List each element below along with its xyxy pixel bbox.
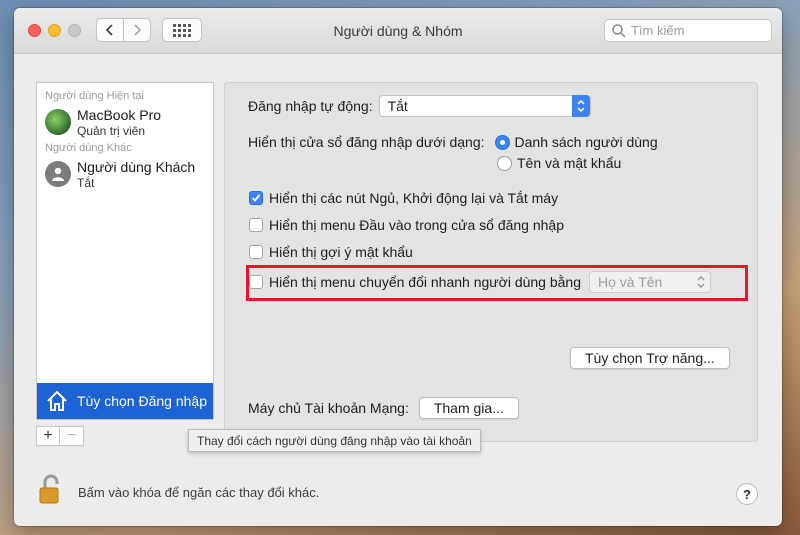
- checkbox: [249, 218, 263, 232]
- user-item-guest[interactable]: Người dùng Khách Tắt: [37, 158, 213, 192]
- remove-user-button[interactable]: −: [60, 426, 84, 446]
- lock-text: Bấm vào khóa để ngăn các thay đổi khác.: [78, 485, 320, 500]
- highlight-box: [246, 265, 748, 301]
- accessibility-row: Tùy chọn Trợ năng...: [570, 347, 730, 369]
- house-icon: [47, 390, 67, 411]
- checkbox: [249, 191, 263, 205]
- avatar: [45, 109, 71, 135]
- titlebar: Người dùng & Nhóm Tìm kiếm: [14, 8, 782, 54]
- add-user-button[interactable]: +: [36, 426, 60, 446]
- checkbox-input-menu[interactable]: Hiển thị menu Đầu vào trong cửa sổ đăng …: [249, 217, 564, 233]
- checkbox-label: Hiển thị gợi ý mật khẩu: [269, 244, 413, 260]
- login-options-label: Tùy chọn Đăng nhập: [77, 393, 207, 409]
- join-button[interactable]: Tham gia...: [418, 397, 519, 419]
- tooltip: Thay đổi cách người dùng đăng nhập vào t…: [188, 429, 481, 452]
- help-button[interactable]: ?: [736, 483, 758, 505]
- user-name: Người dùng Khách: [77, 159, 196, 175]
- guest-avatar-icon: [45, 161, 71, 187]
- radio-button: [497, 155, 512, 171]
- accessibility-options-button[interactable]: Tùy chọn Trợ năng...: [570, 347, 730, 369]
- chevron-up-down-icon: [571, 95, 590, 117]
- auto-login-select[interactable]: Tắt: [378, 95, 591, 117]
- preferences-window: Người dùng & Nhóm Tìm kiếm Người dùng Hi…: [14, 8, 782, 526]
- checkbox-password-hint[interactable]: Hiển thị gợi ý mật khẩu: [249, 244, 413, 260]
- search-input[interactable]: Tìm kiếm: [604, 19, 772, 42]
- current-users-header: Người dùng Hiện tại: [45, 90, 144, 102]
- user-item-macbook-pro[interactable]: MacBook Pro Quản trị viên: [37, 106, 213, 140]
- checkmark-icon: [251, 194, 261, 202]
- radio-label: Tên và mật khẩu: [517, 155, 622, 171]
- radio-label: Danh sách người dùng: [514, 134, 658, 150]
- checkbox-label: Hiển thị các nút Ngủ, Khởi động lại và T…: [269, 190, 559, 206]
- user-role: Quản trị viên: [77, 124, 146, 138]
- radio-button: [494, 134, 510, 150]
- radio-name-password[interactable]: Tên và mật khẩu: [497, 155, 621, 171]
- auto-login-row: Đăng nhập tự động: Tắt: [248, 95, 591, 117]
- search-icon: [612, 23, 626, 38]
- checkbox-sleep-restart[interactable]: Hiển thị các nút Ngủ, Khởi động lại và T…: [249, 190, 558, 206]
- network-server-row: Máy chủ Tài khoản Mạng: Tham gia...: [248, 397, 519, 419]
- auto-login-label: Đăng nhập tự động:: [248, 98, 373, 114]
- radio-list-users[interactable]: Danh sách người dùng: [494, 134, 658, 150]
- search-placeholder: Tìm kiếm: [631, 23, 685, 38]
- add-remove-controls: + −: [36, 426, 84, 446]
- network-server-label: Máy chủ Tài khoản Mạng:: [248, 400, 409, 416]
- display-login-label: Hiển thị cửa sổ đăng nhập dưới dạng:: [248, 134, 485, 150]
- other-users-header: Người dùng Khác: [45, 142, 132, 154]
- auto-login-value: Tắt: [387, 98, 408, 114]
- checkbox-label: Hiển thị menu Đầu vào trong cửa sổ đăng …: [269, 217, 565, 233]
- sidebar-item-login-options[interactable]: Tùy chọn Đăng nhập: [37, 383, 213, 419]
- lock-open-icon[interactable]: [38, 474, 62, 504]
- checkbox: [249, 245, 263, 259]
- user-name: MacBook Pro: [77, 107, 162, 123]
- users-sidebar: Người dùng Hiện tại MacBook Pro Quản trị…: [36, 82, 214, 420]
- user-role: Tắt: [77, 176, 95, 190]
- display-login-row: Hiển thị cửa sổ đăng nhập dưới dạng: Dan…: [248, 134, 658, 150]
